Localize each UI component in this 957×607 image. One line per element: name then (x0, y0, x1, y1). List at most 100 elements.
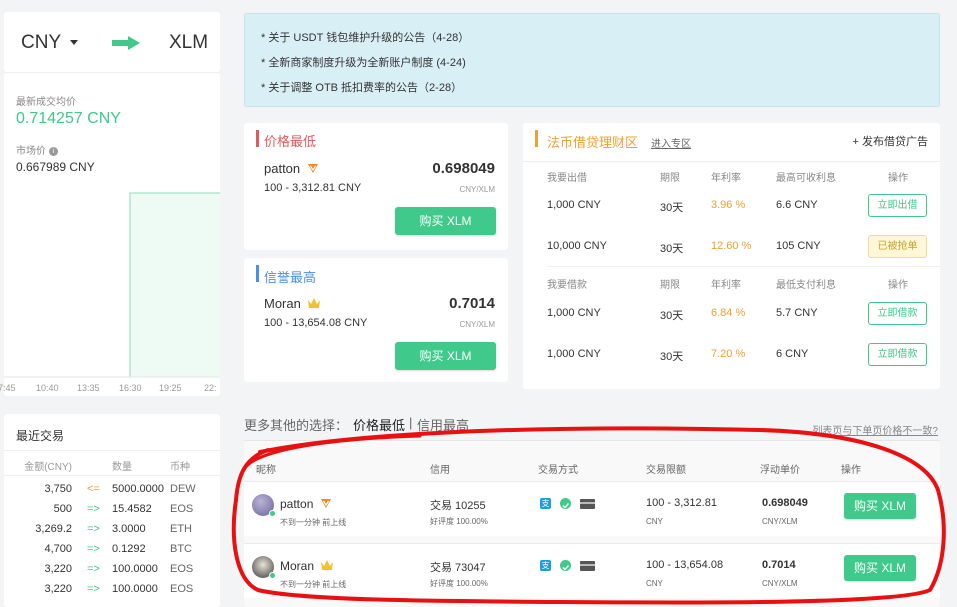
announcement-link[interactable]: * 关于调整 OTB 抵扣费率的公告（2-28） (261, 79, 462, 95)
lend-table-header: 我要出借 期限 年利率 最高可收利息 操作 (523, 161, 940, 184)
unit-price: 0.7014 (762, 559, 796, 571)
recent-trades-header: 金额(CNY) 数量 币种 (4, 450, 220, 476)
crown-icon (307, 297, 321, 312)
enter-zone-link[interactable]: 进入专区 (651, 135, 691, 150)
x-tick: 7:45 (0, 383, 16, 393)
online-status: 不到一分钟 前上线 (280, 518, 347, 527)
tab-separator: | (409, 415, 413, 430)
trade-row: 500 => 15.4582 EOS (53, 503, 194, 515)
buy-xlm-button[interactable]: 购买 XLM (844, 555, 916, 581)
wechat-pay-icon (560, 560, 571, 571)
arrow-right-icon (112, 36, 140, 55)
x-tick: 22: (204, 383, 217, 393)
buy-xlm-button[interactable]: 购买 XLM (395, 342, 496, 370)
borrow-now-button[interactable]: 立即借款 (868, 343, 927, 366)
limit-range: 100 - 13,654.08 (646, 559, 724, 571)
latest-price-value: 0.714257 CNY (16, 110, 121, 127)
trade-row: 3,750 <= 5000.0000 DEW (44, 483, 196, 495)
lend-row: 10,000 CNY 30天 12.60 % 105 CNY 已被抢单 (523, 234, 940, 260)
accent-bar (256, 265, 259, 282)
merchant-list: 昵称 信用 交易方式 交易限额 浮动单价 操作 patton 不到一分钟 前上线… (244, 440, 940, 607)
limit-range: 100 - 13,654.08 CNY (264, 317, 368, 329)
more-choices-bar: 更多其他的选择： 价格最低 | 信用最高 列表页与下单页价格不一致? (244, 412, 940, 437)
merchant-name[interactable]: patton (264, 161, 319, 177)
tab-best-credit[interactable]: 信用最高 (417, 415, 469, 434)
lending-title: 法币借贷理财区 (547, 135, 639, 150)
limit-range: 100 - 3,312.81 CNY (264, 182, 362, 194)
rating: 好评度 100.00% (430, 579, 488, 588)
unit-price: 0.698049 (762, 497, 808, 509)
to-currency: XLM (169, 32, 209, 53)
list-row: patton 不到一分钟 前上线 交易 10255 好评度 100.00% 支 … (244, 481, 940, 536)
from-currency-select[interactable]: CNY (21, 32, 79, 54)
col-coin: 币种 (170, 462, 190, 473)
trade-count: 交易 73047 (430, 562, 486, 574)
merchant-badge-icon (307, 162, 319, 177)
col-amount: 金额(CNY) (24, 462, 72, 473)
price-value: 0.698049 (432, 160, 495, 177)
card-title: 信誉最高 (264, 270, 317, 285)
online-status: 不到一分钟 前上线 (280, 580, 347, 589)
limit-range: 100 - 3,312.81 (646, 497, 717, 509)
borrow-table-header: 我要借款 期限 年利率 最低支付利息 操作 (547, 266, 940, 292)
borrow-now-button[interactable]: 立即借款 (868, 302, 927, 325)
merchant-name[interactable]: Moran (264, 296, 321, 312)
buy-xlm-button[interactable]: 购买 XLM (844, 493, 916, 519)
price-area (4, 193, 220, 377)
accent-bar (256, 130, 259, 147)
announcement-link[interactable]: * 全新商家制度升级为全新账户制度 (4-24) (261, 54, 466, 70)
price-mismatch-link[interactable]: 列表页与下单页价格不一致? (812, 422, 938, 437)
list-row: Moran 不到一分钟 前上线 交易 73047 好评度 100.00% 支 1… (244, 543, 940, 598)
online-dot-icon (269, 572, 276, 579)
crown-icon (320, 559, 334, 574)
alipay-icon: 支 (540, 560, 551, 571)
limit-currency: CNY (646, 517, 663, 526)
buy-xlm-button[interactable]: 购买 XLM (395, 207, 496, 235)
merchant-name[interactable]: Moran (280, 559, 334, 574)
limit-currency: CNY (646, 579, 663, 588)
latest-price-label: 最新成交均价 (16, 97, 76, 108)
more-label: 更多其他的选择： (244, 418, 349, 433)
lend-now-button[interactable]: 立即出借 (868, 194, 927, 217)
price-unit: CNY/XLM (459, 320, 495, 329)
alipay-icon: 支 (540, 498, 551, 509)
col-qty: 数量 (112, 462, 132, 473)
avatar[interactable] (252, 494, 276, 517)
best-credit-card: 信誉最高 Moran 0.7014 100 - 13,654.08 CNY CN… (244, 258, 508, 382)
borrow-row: 1,000 CNY 30天 7.20 % 6 CNY 立即借款 (523, 342, 940, 368)
trade-row: 3,220 => 100.0000 EOS (44, 563, 194, 575)
merchant-badge-icon (320, 497, 332, 512)
announcement-box: * 关于 USDT 钱包维护升级的公告（4-28） * 全新商家制度升级为全新账… (244, 13, 940, 107)
card-title: 价格最低 (264, 134, 317, 149)
avatar[interactable] (252, 556, 276, 579)
announcement-link[interactable]: * 关于 USDT 钱包维护升级的公告（4-28） (261, 29, 469, 45)
borrow-row: 1,000 CNY 30天 6.84 % 5.7 CNY 立即借款 (523, 301, 940, 327)
x-tick: 16:30 (119, 383, 142, 393)
lend-row: 1,000 CNY 30天 3.96 % 6.6 CNY 立即出借 (523, 193, 940, 219)
merchant-name[interactable]: patton (280, 497, 332, 512)
stats-card: 最新成交均价 0.714257 CNY 市场价 i 0.667989 CNY 7… (0, 72, 220, 396)
wechat-pay-icon (560, 498, 571, 509)
bank-card-icon (580, 561, 595, 571)
market-price-label: 市场价 i (16, 142, 58, 157)
price-value: 0.7014 (449, 295, 495, 312)
lending-card: 法币借贷理财区 进入专区 + 发布借贷广告 我要出借 期限 年利率 最高可收利息… (523, 123, 940, 389)
from-currency: CNY (21, 32, 61, 53)
taken-badge: 已被抢单 (868, 235, 927, 258)
info-icon[interactable]: i (48, 146, 58, 156)
publish-ad-link[interactable]: + 发布借贷广告 (853, 133, 928, 149)
trade-row: 3,220 => 100.0000 EOS (44, 583, 194, 595)
lowest-price-card: 价格最低 patton 0.698049 100 - 3,312.81 CNY … (244, 123, 508, 250)
recent-trades-card: 最近交易 金额(CNY) 数量 币种 3,750 <= 5000.0000 DE… (4, 414, 220, 607)
tab-lowest-price[interactable]: 价格最低 (353, 415, 405, 434)
accent-bar (535, 130, 538, 147)
x-tick: 19:25 (159, 383, 182, 393)
trade-row: 4,700 => 0.1292 BTC (44, 543, 192, 555)
price-unit: CNY/XLM (459, 185, 495, 194)
price-unit: CNY/XLM (762, 517, 798, 526)
x-tick: 13:35 (77, 383, 100, 393)
rating: 好评度 100.00% (430, 517, 488, 526)
price-unit: CNY/XLM (762, 579, 798, 588)
online-dot-icon (269, 510, 276, 517)
trade-count: 交易 10255 (430, 500, 486, 512)
